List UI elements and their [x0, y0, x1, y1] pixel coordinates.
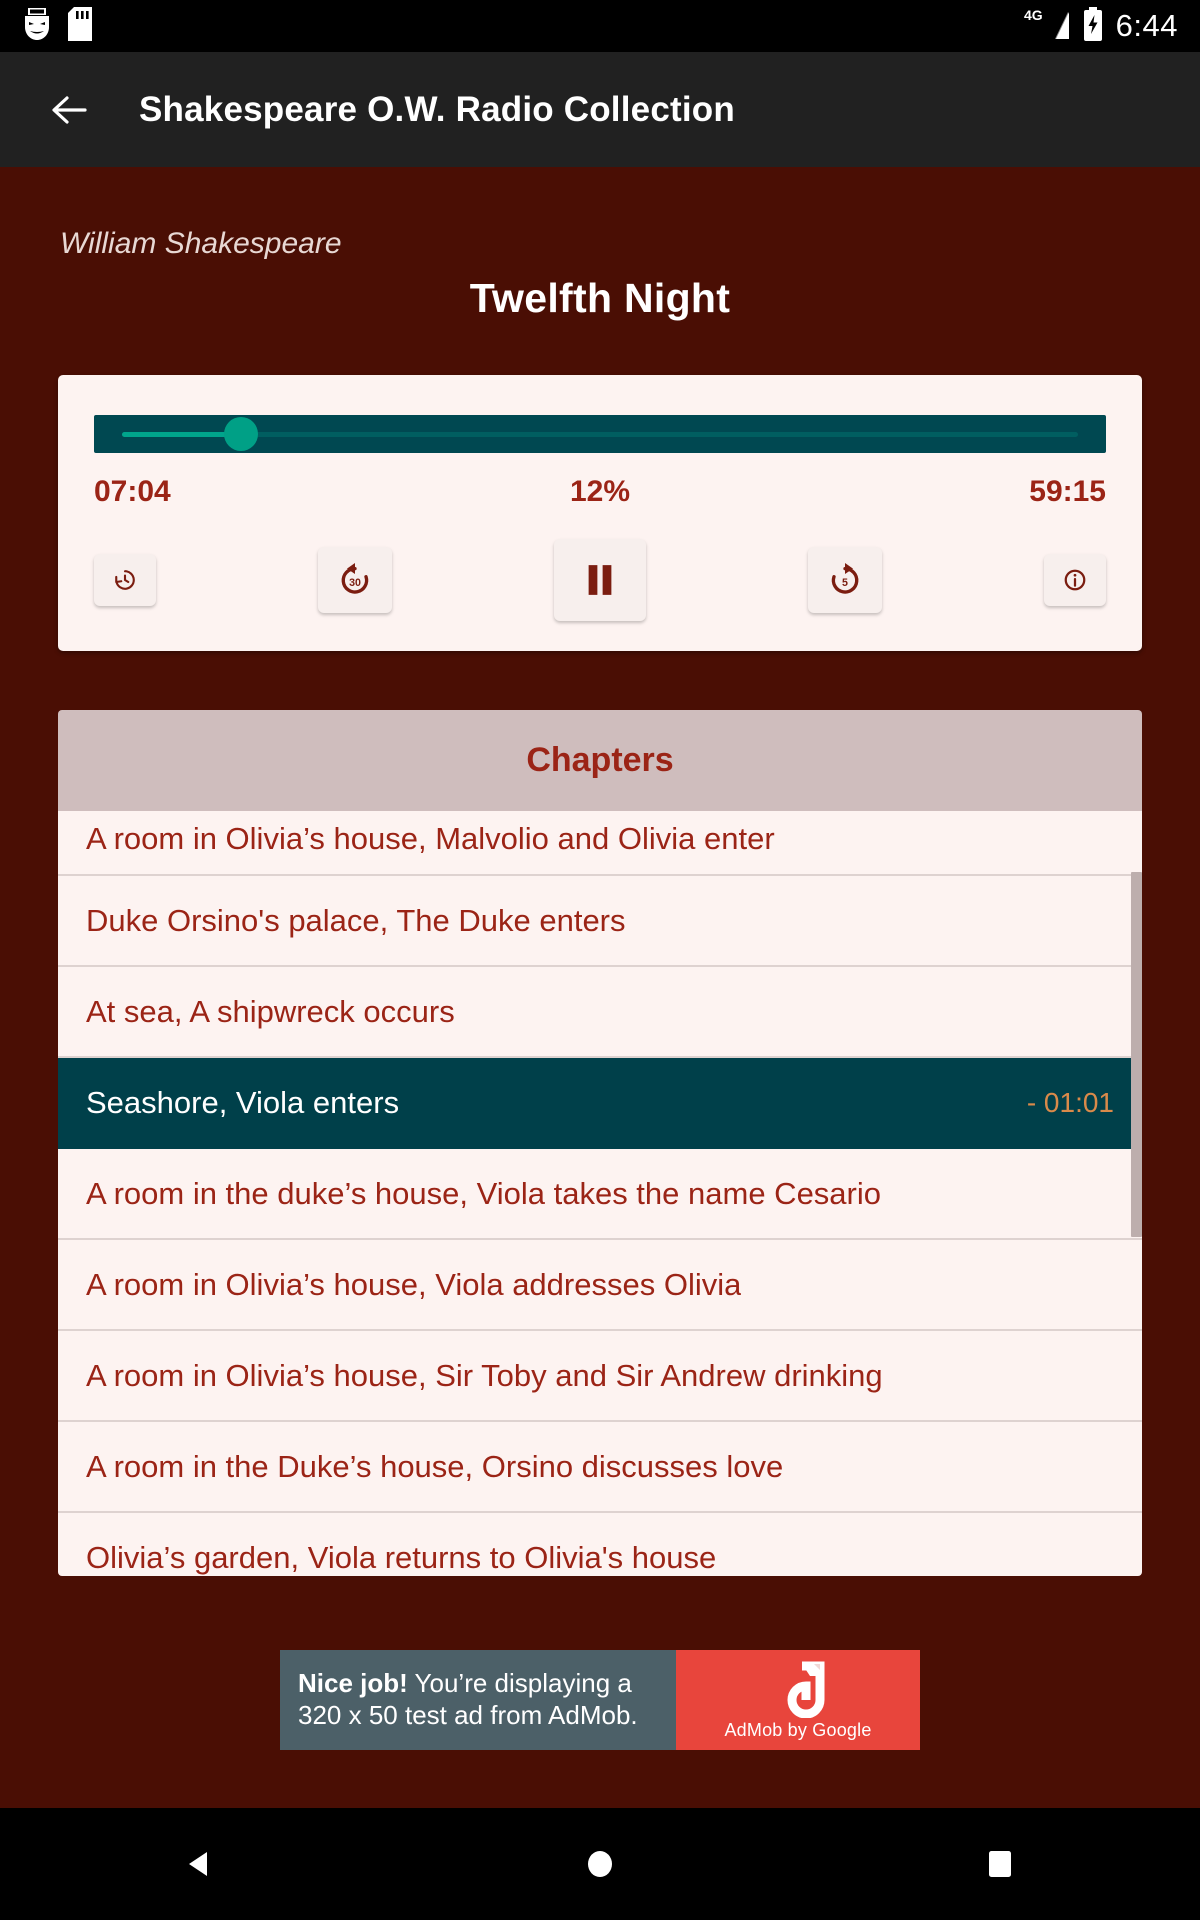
admob-logo: AdMob by Google [676, 1650, 920, 1750]
svg-text:4G: 4G [1024, 7, 1043, 23]
chapter-label: A room in Olivia’s house, Malvolio and O… [86, 821, 775, 856]
nav-recents-button[interactable] [940, 1808, 1060, 1920]
ad-headline: Nice job! [298, 1668, 408, 1699]
chapter-row[interactable]: Duke Orsino's palace, The Duke enters [58, 876, 1142, 967]
status-bar-clock: 6:44 [1115, 8, 1178, 43]
svg-text:30: 30 [349, 577, 361, 589]
rewind-30-button[interactable]: 30 [318, 547, 392, 613]
chapter-label: A room in Olivia’s house, Viola addresse… [86, 1266, 742, 1302]
chapters-scrollbar[interactable] [1131, 872, 1142, 1237]
admob-logo-caption: AdMob by Google [724, 1719, 872, 1740]
player-card: 07:04 12% 59:15 30 5 [58, 375, 1142, 651]
playback-seek-slider[interactable] [94, 415, 1106, 453]
app-bar: Shakespeare O.W. Radio Collection [0, 52, 1200, 167]
nav-back-triangle-icon [189, 1852, 207, 1876]
status-bar-right-icons: 4G 6:44 [1024, 6, 1178, 46]
total-time: 59:15 [1029, 475, 1106, 508]
signal-4g-icon: 4G [1024, 7, 1070, 46]
android-status-bar: 4G 6:44 [0, 0, 1200, 52]
back-button[interactable] [32, 73, 106, 147]
history-restore-icon [115, 570, 135, 590]
battery-charging-icon [1082, 6, 1104, 46]
ad-copy: Nice job! You’re displaying a 320 x 50 t… [280, 1650, 676, 1750]
chapter-label: Olivia’s garden, Viola returns to Olivia… [86, 1539, 717, 1575]
time-row: 07:04 12% 59:15 [94, 475, 1106, 509]
ad-container: Nice job! You’re displaying a 320 x 50 t… [0, 1650, 1200, 1750]
book-author: William Shakespeare [60, 227, 342, 260]
chapter-label: A room in the duke’s house, Viola takes … [86, 1175, 881, 1211]
transport-controls: 30 5 [94, 539, 1106, 621]
chapters-list[interactable]: A room in Olivia’s house, Malvolio and O… [58, 811, 1142, 1576]
status-bar-left-icons [22, 6, 92, 46]
replay-30-icon: 30 [341, 563, 369, 594]
chapters-header: Chapters [58, 710, 1142, 811]
chapter-label: A room in Olivia’s house, Sir Toby and S… [86, 1357, 883, 1393]
chapter-label: At sea, A shipwreck occurs [86, 993, 455, 1029]
chapter-row[interactable]: Seashore, Viola enters - 01:01 [58, 1058, 1142, 1149]
forward-5-button[interactable]: 5 [808, 547, 882, 613]
pause-icon [588, 565, 612, 595]
nav-home-circle-icon [588, 1851, 612, 1877]
chapter-remaining-time: - 01:01 [1026, 1086, 1114, 1118]
chapter-row[interactable]: A room in Olivia’s house, Malvolio and O… [58, 811, 1142, 876]
chapter-row[interactable]: A room in the duke’s house, Viola takes … [58, 1149, 1142, 1240]
chapter-label: Duke Orsino's palace, The Duke enters [86, 902, 626, 938]
elapsed-time: 07:04 [94, 475, 171, 508]
chapter-label: A room in the Duke’s house, Orsino discu… [86, 1448, 784, 1484]
app-bar-title: Shakespeare O.W. Radio Collection [139, 89, 735, 129]
progress-percent: 12% [569, 475, 631, 508]
chapter-label: Seashore, Viola enters [86, 1084, 400, 1120]
chapter-row[interactable]: A room in Olivia’s house, Sir Toby and S… [58, 1331, 1142, 1422]
svg-text:5: 5 [842, 577, 848, 589]
back-arrow-icon [52, 95, 87, 124]
seek-track [122, 431, 1078, 437]
nav-home-button[interactable] [540, 1808, 660, 1920]
main-content: William Shakespeare Twelfth Night 07:04 … [0, 167, 1200, 1808]
forward-5-icon: 5 [831, 563, 859, 594]
chapter-row[interactable]: A room in Olivia’s house, Viola addresse… [58, 1240, 1142, 1331]
android-nav-bar [0, 1808, 1200, 1920]
chapter-row[interactable]: At sea, A shipwreck occurs [58, 967, 1142, 1058]
admob-logo-icon [787, 1661, 825, 1718]
chapters-panel: Chapters A room in Olivia’s house, Malvo… [58, 710, 1142, 1576]
info-button[interactable] [1044, 554, 1106, 606]
seek-thumb[interactable] [223, 417, 258, 451]
nav-back-button[interactable] [140, 1808, 260, 1920]
app-root: 4G 6:44 Shakespeare O.W. Radio Collectio… [0, 0, 1200, 1920]
chapter-row[interactable]: Olivia’s garden, Viola returns to Olivia… [58, 1513, 1142, 1576]
info-circle-icon [1064, 569, 1086, 591]
chapter-row[interactable]: A room in the Duke’s house, Orsino discu… [58, 1422, 1142, 1513]
drama-mask-icon [22, 7, 52, 46]
book-title: Twelfth Night [469, 275, 731, 321]
admob-banner[interactable]: Nice job! You’re displaying a 320 x 50 t… [280, 1650, 920, 1750]
restore-position-button[interactable] [94, 554, 156, 606]
nav-recents-square-icon [989, 1851, 1011, 1877]
sd-card-icon [68, 6, 92, 46]
play-pause-button[interactable] [554, 539, 646, 621]
